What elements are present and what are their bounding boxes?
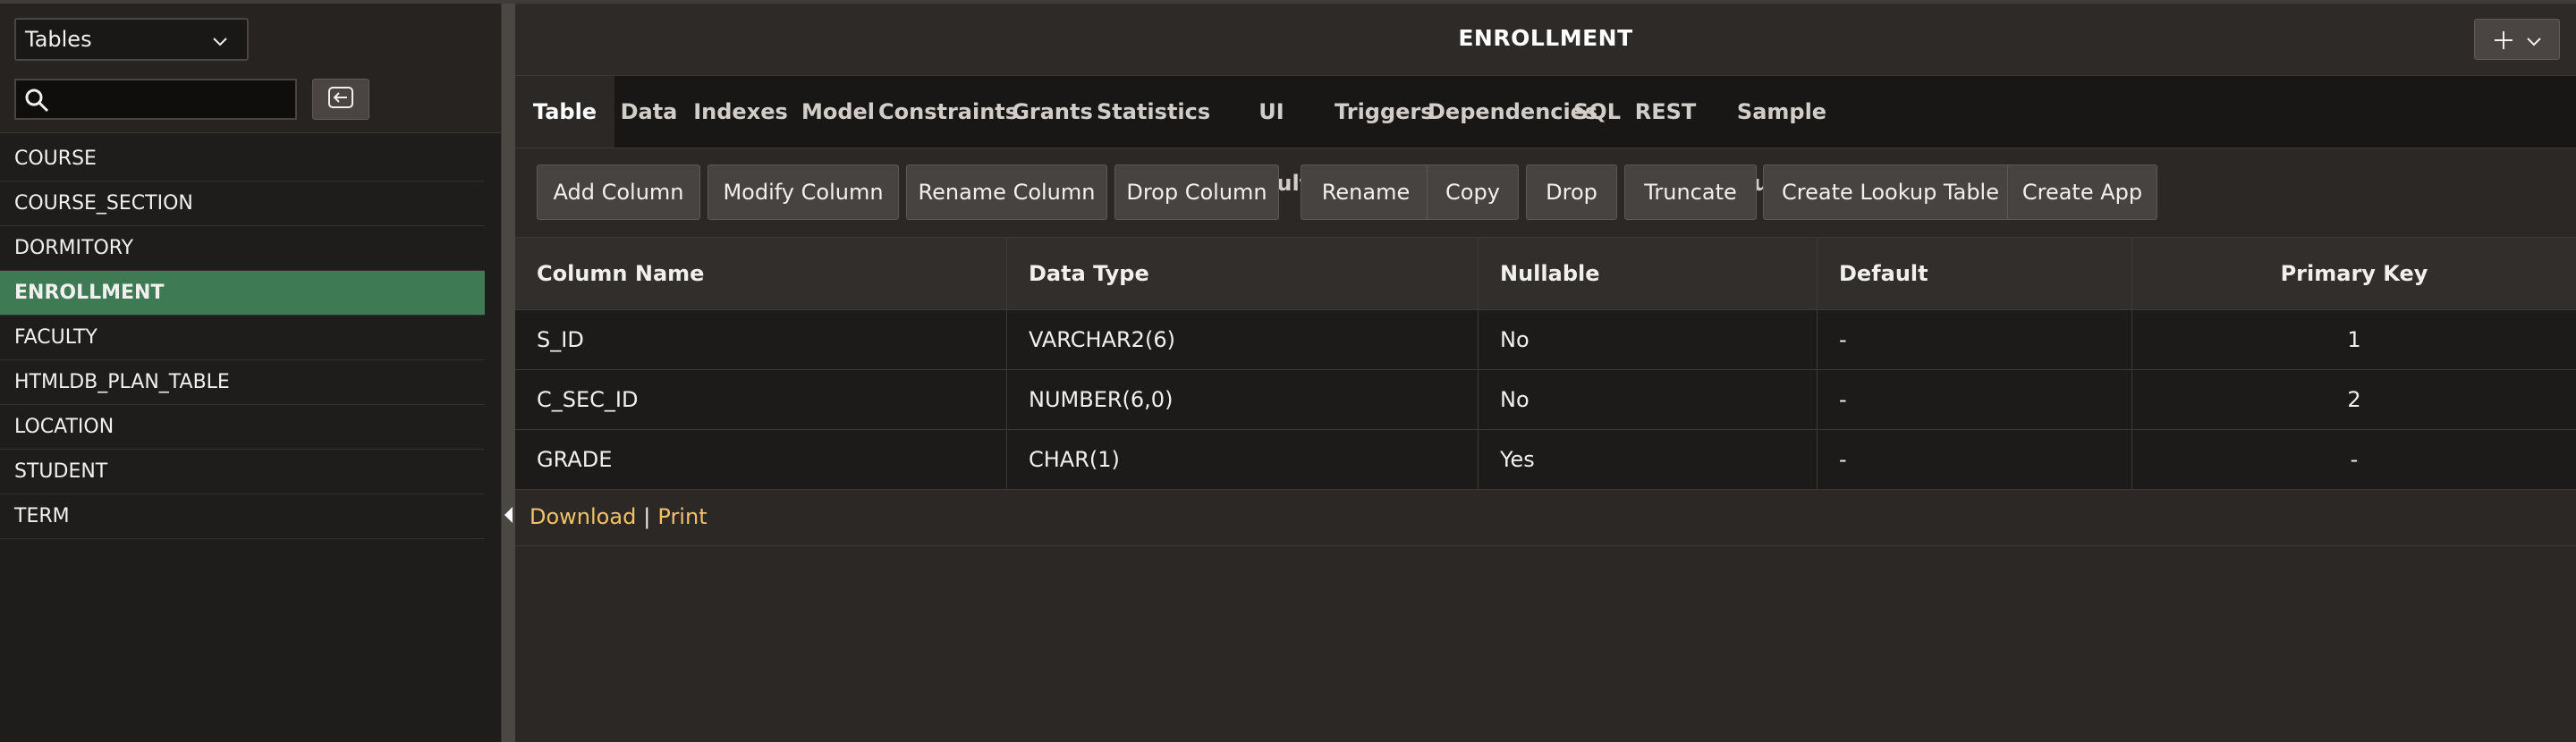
object-list-item[interactable]: STUDENT <box>0 450 485 494</box>
object-list-item[interactable]: COURSE_SECTION <box>0 181 485 226</box>
modify-column-button[interactable]: Modify Column <box>708 164 899 220</box>
tab-grants[interactable]: Grants <box>1008 76 1097 148</box>
column-header[interactable]: Default <box>1818 238 2132 309</box>
grid-cell: No <box>1479 310 1818 369</box>
object-list-item[interactable]: COURSE <box>0 137 485 181</box>
grid-cell: No <box>1479 370 1818 429</box>
tab-triggers[interactable]: Triggers <box>1335 76 1434 148</box>
download-link[interactable]: Download <box>530 504 636 529</box>
drop-column-button[interactable]: Drop Column <box>1114 164 1279 220</box>
back-button[interactable] <box>312 79 369 120</box>
add-column-button[interactable]: Add Column <box>537 164 700 220</box>
back-arrow-icon <box>327 86 354 113</box>
truncate-button[interactable]: Truncate <box>1624 164 1757 220</box>
object-type-select[interactable]: Tables <box>14 18 249 61</box>
create-menu-button[interactable] <box>2474 19 2560 60</box>
object-list: COURSE COURSE_SECTION DORMITORY ENROLLMENT F… <box>0 137 485 539</box>
object-browser-panel: Tables COURSE COURSE_SECTION DORMITORY ENRO… <box>0 4 502 742</box>
chevron-down-icon <box>211 30 229 55</box>
create-app-button[interactable]: Create App <box>2007 164 2157 220</box>
grid-cell: - <box>2350 447 2359 472</box>
object-type-value: Tables <box>25 27 92 52</box>
grid-cell: GRADE <box>515 430 1007 489</box>
object-list-item[interactable]: LOCATION <box>0 405 485 450</box>
tab-sql[interactable]: SQL <box>1564 76 1630 148</box>
page-title: ENROLLMENT <box>1458 25 1633 51</box>
rename-button[interactable]: Rename <box>1301 164 1431 220</box>
rename-column-button[interactable]: Rename Column <box>906 164 1107 220</box>
object-list-item[interactable]: FACULTY <box>0 316 485 360</box>
table-row: GRADE CHAR(1) Yes - - <box>515 430 2576 490</box>
tab-model[interactable]: Model <box>798 76 878 148</box>
grid-cell: - <box>1818 430 2132 489</box>
column-header[interactable]: Nullable <box>1479 238 1818 309</box>
tab-statistics[interactable]: Statistics <box>1097 76 1210 148</box>
drop-button[interactable]: Drop <box>1526 164 1617 220</box>
grid-cell: C_SEC_ID <box>515 370 1007 429</box>
tab-data[interactable]: Data <box>614 76 683 148</box>
search-input[interactable] <box>61 84 288 116</box>
grid-cell: Yes <box>1479 430 1818 489</box>
column-header[interactable]: Column Name <box>515 238 1007 309</box>
report-links: Download | Print <box>515 487 2576 546</box>
details-header: ENROLLMENT <box>515 4 2576 76</box>
tab-ui-defaults[interactable]: UI Defaults <box>1208 76 1335 196</box>
tab-indexes[interactable]: Indexes <box>683 76 798 148</box>
grid-cell: CHAR(1) <box>1007 430 1479 489</box>
tab-sample-queries[interactable]: Sample Queries <box>1701 76 1862 196</box>
grid-cell: NUMBER(6,0) <box>1007 370 1479 429</box>
search-icon <box>23 87 50 117</box>
create-lookup-table-button[interactable]: Create Lookup Table <box>1763 164 2018 220</box>
grid-cell: 2 <box>2347 387 2361 412</box>
tab-rest[interactable]: REST <box>1630 76 1701 148</box>
tab-dependencies[interactable]: Dependencies <box>1428 76 1597 148</box>
column-header[interactable]: Primary Key <box>2132 238 2576 309</box>
column-header[interactable]: Data Type <box>1007 238 1479 309</box>
link-separator: | <box>643 503 651 529</box>
copy-button[interactable]: Copy <box>1427 164 1519 220</box>
plus-icon <box>2493 30 2514 55</box>
columns-grid: Column Name Data Type Nullable Default Prima… <box>515 237 2576 490</box>
panel-splitter[interactable] <box>502 4 515 742</box>
object-details-panel: ENROLLMENT Table Data Indexes Model Constrai… <box>515 4 2576 742</box>
object-list-item[interactable]: DORMITORY <box>0 226 485 271</box>
grid-cell: VARCHAR2(6) <box>1007 310 1479 369</box>
grid-header-row: Column Name Data Type Nullable Default Prima… <box>515 237 2576 310</box>
object-browser-controls: Tables <box>0 4 501 133</box>
collapse-arrow-icon[interactable] <box>504 507 513 523</box>
search-field[interactable] <box>14 79 297 120</box>
tab-table[interactable]: Table <box>515 76 614 148</box>
tab-bar: Table Data Indexes Model Constraints Grants St… <box>515 76 2576 196</box>
object-list-item[interactable]: TERM <box>0 494 485 539</box>
object-list-item[interactable]: ENROLLMENT <box>0 271 485 316</box>
object-list-item[interactable]: HTMLDB_PLAN_TABLE <box>0 360 485 405</box>
grid-cell: - <box>1818 370 2132 429</box>
table-row: C_SEC_ID NUMBER(6,0) No - 2 <box>515 370 2576 430</box>
action-toolbar: Add Column Modify Column Rename Column Drop… <box>515 148 2576 237</box>
chevron-down-icon <box>2525 32 2543 54</box>
grid-cell: 1 <box>2347 327 2361 352</box>
print-link[interactable]: Print <box>657 504 707 529</box>
grid-cell: - <box>1818 310 2132 369</box>
table-row: S_ID VARCHAR2(6) No - 1 <box>515 310 2576 370</box>
tab-constraints[interactable]: Constraints <box>878 76 1018 148</box>
grid-cell: S_ID <box>515 310 1007 369</box>
